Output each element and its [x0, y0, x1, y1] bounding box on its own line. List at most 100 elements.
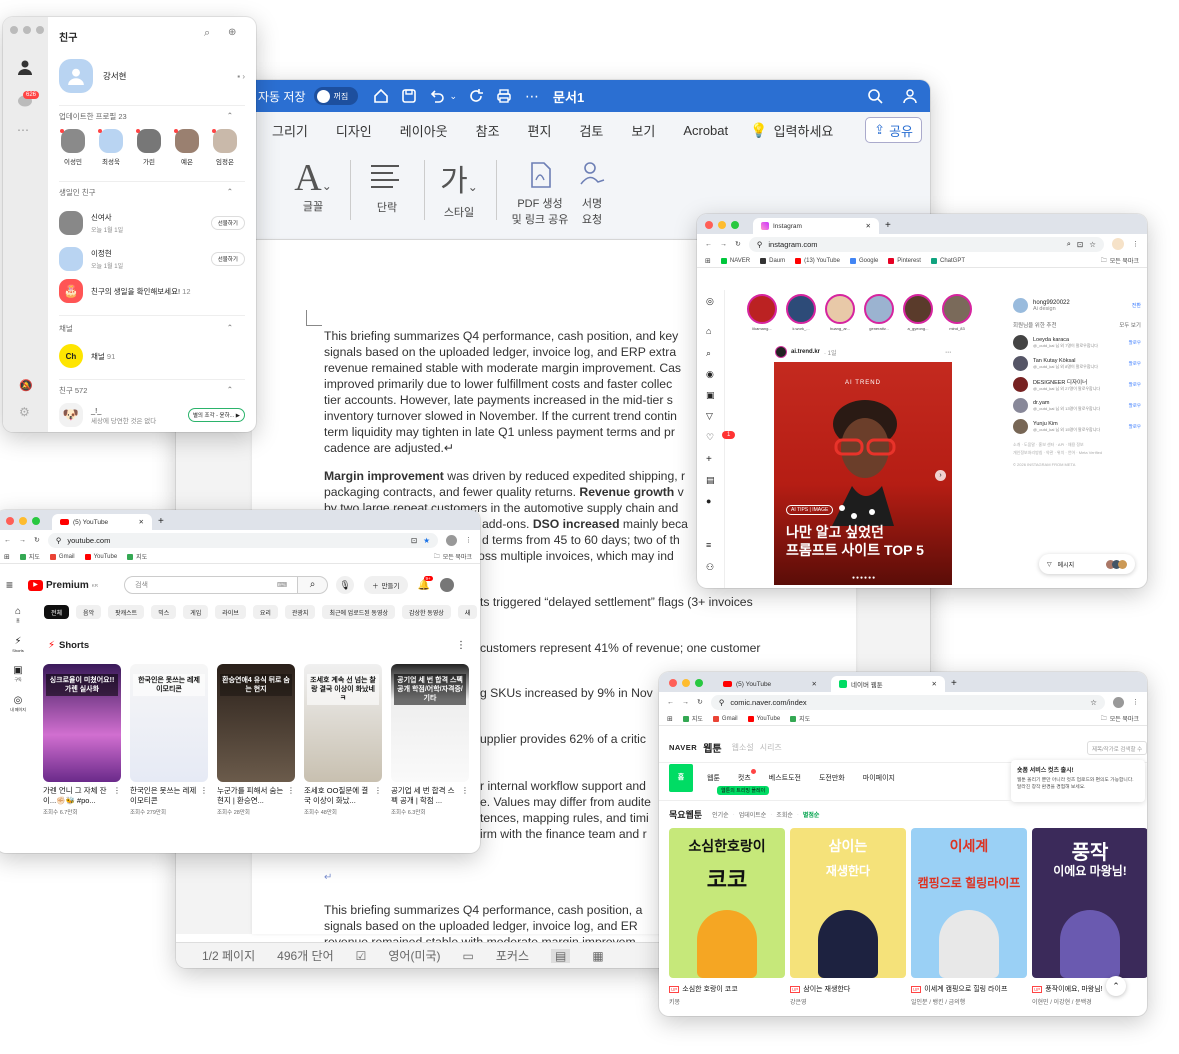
friends-icon[interactable] [17, 59, 33, 80]
create-button[interactable]: ＋ 만들기 [364, 576, 408, 594]
bookmark-item[interactable]: YouTube [84, 553, 117, 560]
tab-instagram[interactable]: Instagram ✕ [753, 218, 879, 234]
menu-icon[interactable]: ⋮ [1132, 240, 1139, 248]
tab-references[interactable]: 참조 [476, 121, 500, 140]
sort-option[interactable]: 업데이트순 [739, 810, 767, 819]
webtoon-card[interactable]: 소심한호랑이 코코 UP 소심한 호랑이 코코 키몽 [669, 828, 785, 1006]
next-arrow[interactable]: › [935, 470, 946, 481]
close-icon[interactable]: ✕ [866, 222, 871, 230]
close-icon[interactable]: ✕ [812, 680, 817, 688]
add-friend-icon[interactable]: ⊕ [228, 27, 236, 38]
bookmark-item[interactable]: 지도 [790, 714, 810, 723]
new-tab-icon[interactable]: + [158, 516, 164, 527]
short-item[interactable]: 환승연애4 유식 뒤로 숨는 현지 누군가를 피해서 숨는 현지 | 환승연...… [217, 664, 295, 816]
focus-icon[interactable]: ▭ [463, 949, 474, 963]
tab-mailings[interactable]: 편지 [528, 121, 552, 140]
mic-icon[interactable]: 🎙 [336, 576, 355, 594]
profile-icon[interactable] [1112, 238, 1124, 250]
tab-challenge[interactable]: 도전만화 [819, 773, 845, 783]
bookmark-item[interactable]: NAVER [720, 257, 750, 264]
birthday-item[interactable]: 이정현 오늘 1월 1일 선물하기 [59, 241, 245, 277]
avatar[interactable] [1013, 298, 1028, 313]
search-input[interactable]: 검색 ⌨ [124, 576, 299, 594]
birthday-item[interactable]: 신여사 오늘 1월 1일 선물하기 [59, 205, 245, 241]
hamburger-icon[interactable]: ≡ [6, 578, 28, 592]
short-item[interactable]: 조세호 계속 선 넘는 찰랑 결국 이상이 화났네ㅋ 조세호 OO질문에 결국 이… [304, 664, 382, 816]
cuts-notice[interactable]: 숏폼 서비스 컷츠 출시! 웹툰 올리기 뿐만 아니라 컷츠 업로드와 편의도 … [1011, 760, 1145, 802]
address-bar[interactable]: ⚲ comic.naver.com/index ☆ [710, 694, 1105, 710]
address-bar[interactable]: ⚲ instagram.com ⌕ ⊡ ☆ [748, 236, 1104, 252]
tell-me[interactable]: 💡 입력하세요 [750, 121, 833, 140]
profile-item[interactable]: 이성민 [59, 129, 87, 166]
profile-item[interactable]: 최성욱 [97, 129, 125, 166]
all-bookmarks[interactable]: 🗀 모든 북마크 [1101, 714, 1139, 724]
gift-button[interactable]: 선물하기 [210, 216, 245, 230]
profile-item[interactable]: 임정은 [211, 129, 239, 166]
tab-mypage[interactable]: 마이페이지 [863, 773, 895, 783]
undo-icon[interactable] [428, 87, 446, 105]
search-icon[interactable]: ⌕ [204, 27, 210, 40]
follow-button[interactable]: 팔로우 [1129, 382, 1141, 388]
profile-icon[interactable]: ● [706, 496, 711, 506]
reload-icon[interactable]: ↻ [735, 240, 741, 248]
new-tab-icon[interactable]: + [885, 220, 891, 231]
tab-webtoon[interactable]: 웹툰 [707, 773, 720, 783]
hamburger-icon[interactable]: ≡ [706, 540, 711, 550]
forward-icon[interactable]: → [682, 699, 689, 706]
short-thumbnail[interactable]: 환승연애4 유식 뒤로 숨는 현지 [217, 664, 295, 782]
close-icon[interactable]: ✕ [139, 518, 144, 526]
home-tab[interactable]: 홈 [669, 764, 693, 792]
bookmark-item[interactable]: 지도 [19, 552, 40, 561]
chip[interactable]: 요리 [252, 605, 278, 619]
create-icon[interactable]: + [706, 454, 712, 465]
new-tab-icon[interactable]: + [951, 678, 957, 689]
webtoon-cover[interactable]: 소심한호랑이 코코 [669, 828, 785, 978]
tab-webtoon[interactable]: 네이버 웹툰 ✕ [831, 676, 945, 692]
chip[interactable]: 게임 [183, 605, 209, 619]
webtoon-card[interactable]: 이세계 캠핑으로 힐링라이프 UP 이세계 캠핑으로 힐링 라이프 일인분 / 뱅킨 /… [911, 828, 1027, 1006]
sort-option[interactable]: 인기순 [712, 810, 729, 819]
search-icon[interactable]: ⌕ [298, 576, 329, 594]
chip[interactable]: 감상한 동영상 [402, 605, 451, 619]
bookmark-item[interactable]: YouTube [747, 715, 780, 722]
webtoon-card[interactable]: 풍작 이에요 마왕님! UP 풍작이에요, 마왕님! 이현민 / 이강현 / 문백경 [1032, 828, 1147, 1006]
more-icon[interactable]: ⋮ [374, 786, 382, 816]
scroll-top-button[interactable]: ⌃ [1106, 976, 1126, 996]
apps-icon[interactable]: ⊞ [705, 257, 711, 265]
profile-icon[interactable] [446, 534, 457, 546]
more-icon[interactable]: ⋮ [287, 786, 295, 816]
zoom-icon[interactable]: ⌕ [1067, 239, 1071, 249]
create-pdf-button[interactable]: PDF 생성 및 링크 공유 [508, 160, 572, 227]
bell-icon[interactable]: 🔔 9+ [418, 575, 433, 591]
page-count[interactable]: 1/2 페이지 [202, 947, 255, 964]
profile-item[interactable]: 가린 [135, 129, 163, 166]
menu-icon[interactable]: ⋮ [465, 536, 472, 544]
chip[interactable]: 음악 [76, 605, 102, 619]
print-layout-icon[interactable]: ▦ [592, 949, 603, 963]
avatar[interactable] [1013, 398, 1028, 413]
sort-option[interactable]: 조회순 [776, 810, 793, 819]
bookmark-item[interactable]: Gmail [712, 715, 738, 722]
avatar[interactable] [1013, 419, 1028, 434]
keyboard-icon[interactable]: ⌨ [277, 581, 287, 589]
story-item[interactable]: huang_ar... [825, 294, 855, 331]
more-icon[interactable]: ⋮ [200, 786, 208, 816]
story-item[interactable]: mind_83 [942, 294, 972, 331]
close-icon[interactable]: ✕ [932, 680, 937, 688]
cast-icon[interactable]: ⊡ [411, 536, 417, 545]
search-icon[interactable] [866, 87, 884, 105]
star-icon[interactable]: ★ [423, 536, 430, 545]
focus-mode[interactable]: 포커스 [496, 947, 529, 964]
follow-button[interactable]: 팔로우 [1129, 403, 1141, 409]
more-icon[interactable]: ⋯ [17, 123, 29, 137]
channel-header[interactable]: 채널 ⌃ [59, 323, 245, 334]
forward-icon[interactable]: → [19, 537, 26, 544]
sidebar-item[interactable]: ⚡ Shorts [0, 636, 36, 653]
bookmark-item[interactable]: 지도 [682, 714, 703, 723]
sidebar-item[interactable]: ▣ 구독 [0, 665, 36, 683]
chip[interactable]: 최근에 업로드된 동영상 [322, 605, 395, 619]
short-thumbnail[interactable]: 공기업 세 번 합격 스펙 공개 학점/어학/자격증/기타 [391, 664, 469, 782]
story-item[interactable]: k.work_... [786, 294, 816, 331]
install-icon[interactable]: ⊡ [1077, 240, 1083, 249]
short-item[interactable]: 공기업 세 번 합격 스펙 공개 학점/어학/자격증/기타 공기업 세 번 합격 … [391, 664, 469, 816]
